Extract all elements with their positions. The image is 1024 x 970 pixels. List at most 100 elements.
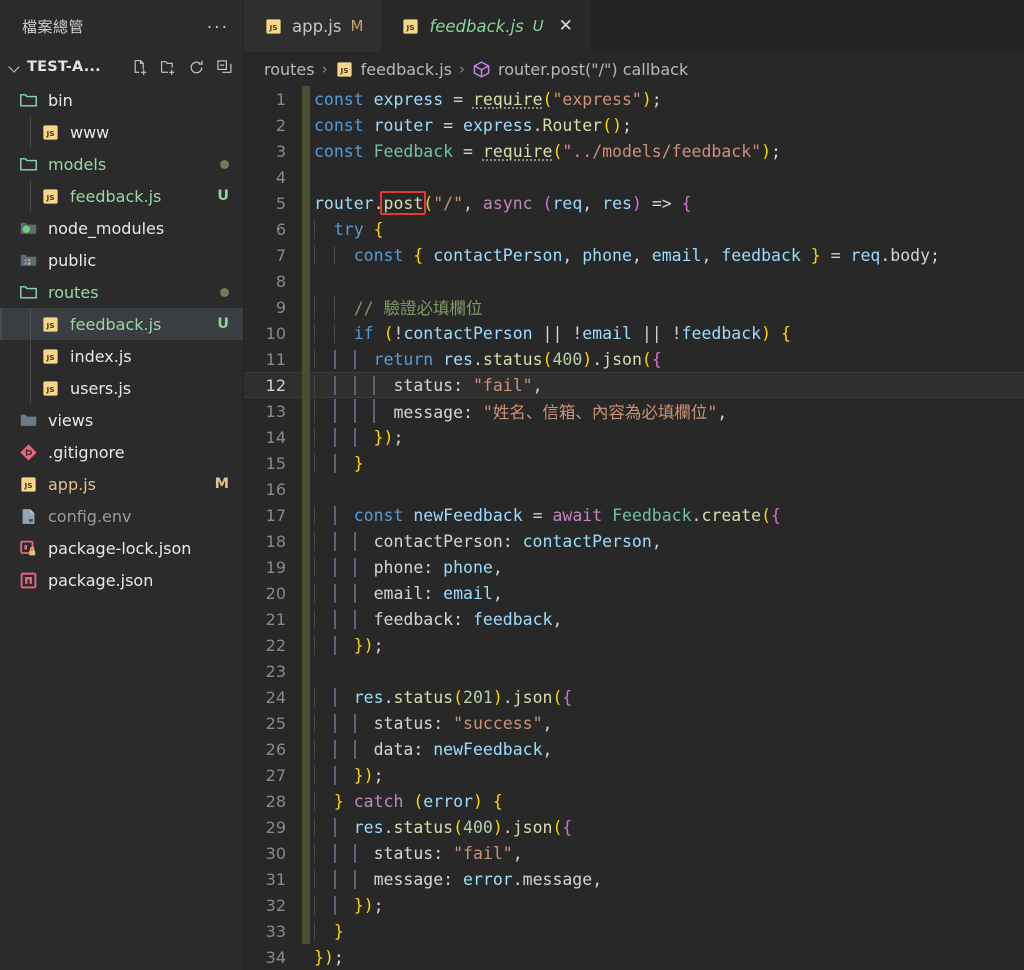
editor-tab-app-js[interactable]: JSapp.jsM [244,0,381,52]
workspace-root-row[interactable]: TEST-A... [0,52,243,82]
code-line[interactable]: 21 feedback: feedback, [244,606,1024,632]
tree-file-feedback-js[interactable]: JSfeedback.jsU [0,308,243,340]
tree-file-package-json[interactable]: package.json [0,564,243,596]
svg-text:JS: JS [406,23,415,32]
line-number: 24 [244,688,302,707]
indent-guide [354,870,356,889]
folder-change-dot [220,288,229,297]
code-line[interactable]: 24 res.status(201).json({ [244,684,1024,710]
code-editor[interactable]: 1const express = require("express");2con… [244,86,1024,970]
chevron-down-icon[interactable] [6,58,24,76]
tree-folder-routes[interactable]: routes [0,276,243,308]
code-line[interactable]: 18 contactPerson: contactPerson, [244,528,1024,554]
tree-file-index-js[interactable]: JSindex.js [0,340,243,372]
breadcrumb-item[interactable]: router.post("/") callback [498,60,688,79]
tree-item-label: package-lock.json [48,539,191,558]
code-line[interactable]: 2const router = express.Router(); [244,112,1024,138]
code-line[interactable]: 15 } [244,450,1024,476]
code-line[interactable]: 4 [244,164,1024,190]
new-file-icon[interactable] [132,59,149,76]
code-line[interactable]: 14 }); [244,424,1024,450]
indent-guide [334,584,336,603]
code-line[interactable]: 27 }); [244,762,1024,788]
new-folder-icon[interactable] [160,59,177,76]
collapse-all-icon[interactable] [216,59,233,76]
line-number: 1 [244,90,302,109]
code-line[interactable]: 34}); [244,944,1024,970]
tree-file-app-js[interactable]: JSapp.jsM [0,468,243,500]
js-file-icon: JS [40,123,61,142]
svg-text:JS: JS [45,385,54,394]
indent-guide [354,610,356,629]
tree-file-config-env[interactable]: config.env [0,500,243,532]
tree-folder-models[interactable]: models [0,148,243,180]
line-number: 3 [244,142,302,161]
code-line[interactable]: 23 [244,658,1024,684]
code-line[interactable]: 28 } catch (error) { [244,788,1024,814]
code-line[interactable]: 7 const { contactPerson, phone, email, f… [244,242,1024,268]
code-line-text: res.status(400).json({ [302,818,572,837]
code-line[interactable]: 6 try { [244,216,1024,242]
code-line-text: res.status(201).json({ [302,688,572,707]
indent-guide [354,558,356,577]
tree-file-users-js[interactable]: JSusers.js [0,372,243,404]
tree-folder-views[interactable]: views [0,404,243,436]
code-line[interactable]: 3const Feedback = require("../models/fee… [244,138,1024,164]
code-line[interactable]: 1const express = require("express"); [244,86,1024,112]
indent-guide [30,116,31,148]
indent-guide [354,428,356,447]
code-line[interactable]: 25 status: "success", [244,710,1024,736]
tree-folder-node-modules[interactable]: node_modules [0,212,243,244]
code-line[interactable]: 17 const newFeedback = await Feedback.cr… [244,502,1024,528]
indent-guide [314,792,315,811]
indent-guide [334,870,336,889]
line-number: 22 [244,636,302,655]
tree-file--gitignore[interactable]: .gitignore [0,436,243,468]
code-line[interactable]: 22 }); [244,632,1024,658]
code-line[interactable]: 31 message: error.message, [244,866,1024,892]
code-line[interactable]: 10 if (!contactPerson || !email || !feed… [244,320,1024,346]
tree-file-feedback-js[interactable]: JSfeedback.jsU [0,180,243,212]
indent-guide [314,220,315,239]
folder-open-icon [18,283,39,302]
tree-file-www[interactable]: JSwww [0,116,243,148]
code-line[interactable]: 29 res.status(400).json({ [244,814,1024,840]
code-line[interactable]: 13 message: "姓名、信箱、內容為必填欄位", [244,398,1024,424]
tree-file-package-lock-json[interactable]: package-lock.json [0,532,243,564]
code-line[interactable]: 33 } [244,918,1024,944]
explorer-header: 檔案總管 ... [0,0,243,52]
tree-folder-public[interactable]: public [0,244,243,276]
more-actions-icon[interactable]: ... [207,18,229,34]
refresh-icon[interactable] [188,59,205,76]
code-line[interactable]: 8 [244,268,1024,294]
code-line-text: } catch (error) { [302,792,503,811]
indent-guide [334,376,336,395]
tab-label: feedback.js [429,17,523,36]
code-line[interactable]: 19 phone: phone, [244,554,1024,580]
code-line[interactable]: 5router.post("/", async (req, res) => { [244,190,1024,216]
indent-guide [334,532,336,551]
tree-folder-bin[interactable]: bin [0,84,243,116]
indent-guide [314,246,315,265]
indent-guide [314,558,315,577]
code-line[interactable]: 9 // 驗證必填欄位 [244,294,1024,320]
svg-text:JS: JS [45,321,54,330]
line-number: 33 [244,922,302,941]
code-line[interactable]: 20 email: email, [244,580,1024,606]
line-number: 15 [244,454,302,473]
tree-item-label: index.js [70,347,132,366]
explorer-actions [132,59,233,76]
indent-guide [334,818,336,837]
code-line[interactable]: 26 data: newFeedback, [244,736,1024,762]
code-line[interactable]: 11 return res.status(400).json({ [244,346,1024,372]
close-icon[interactable]: ✕ [559,18,573,35]
code-line[interactable]: 12 status: "fail", [244,372,1024,398]
code-line[interactable]: 32 }); [244,892,1024,918]
breadcrumb-item[interactable]: feedback.js [361,60,452,79]
js-file-icon: JS [264,17,283,36]
code-line[interactable]: 16 [244,476,1024,502]
code-line[interactable]: 30 status: "fail", [244,840,1024,866]
line-number: 19 [244,558,302,577]
editor-tab-feedback-js[interactable]: JSfeedback.jsU✕ [381,0,590,52]
breadcrumb-item[interactable]: routes [264,60,315,79]
